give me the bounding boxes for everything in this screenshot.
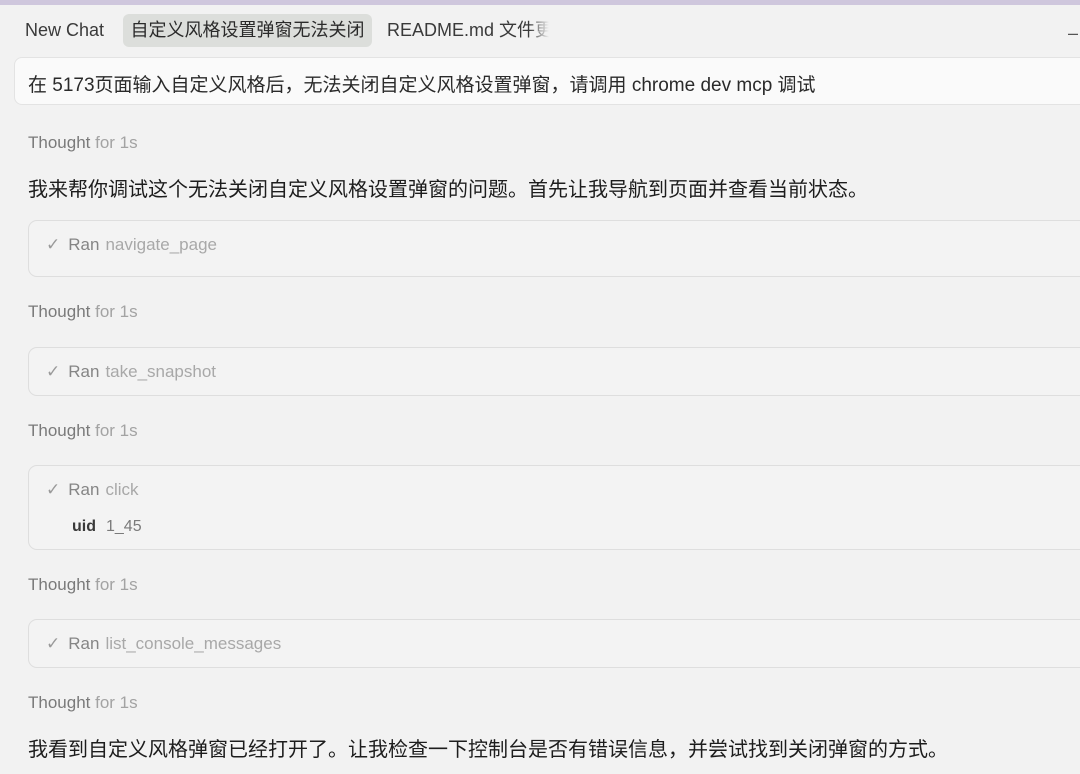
tool-ran-label: Ran <box>68 362 100 381</box>
check-icon: ✓ <box>46 235 61 254</box>
thought-indicator[interactable]: Thought for 1s <box>28 575 138 595</box>
thought-label: Thought <box>28 302 91 321</box>
tool-ran-label: Ran <box>68 235 100 254</box>
thought-indicator[interactable]: Thought for 1s <box>28 693 138 713</box>
tool-param-value: 1_45 <box>106 518 142 535</box>
tool-ran-label: Ran <box>68 634 100 653</box>
thought-duration: for 1s <box>95 302 138 321</box>
tool-ran-label: Ran <box>68 480 100 499</box>
thought-indicator[interactable]: Thought for 1s <box>28 421 138 441</box>
tool-name: list_console_messages <box>105 634 282 653</box>
thought-duration: for 1s <box>95 693 138 712</box>
user-query-bubble[interactable]: 在 5173页面输入自定义风格后，无法关闭自定义风格设置弹窗，请调用 chrom… <box>14 57 1080 105</box>
tab-active-chat[interactable]: 自定义风格设置弹窗无法关闭 <box>123 14 372 47</box>
tool-call-header: ✓ Ran click <box>46 480 139 500</box>
thought-label: Thought <box>28 693 91 712</box>
thought-duration: for 1s <box>95 421 138 440</box>
tab-readme[interactable]: README.md 文件更 <box>387 14 549 47</box>
thought-indicator[interactable]: Thought for 1s <box>28 133 138 153</box>
tab-new-chat[interactable]: New Chat <box>25 14 104 47</box>
thought-duration: for 1s <box>95 133 138 152</box>
tab-bar: New Chat 自定义风格设置弹窗无法关闭 README.md 文件更 – <box>0 5 1080 53</box>
tool-name: navigate_page <box>105 235 217 254</box>
check-icon: ✓ <box>46 634 61 653</box>
tool-call-header: ✓ Ran take_snapshot <box>46 362 216 382</box>
tool-call-card[interactable]: ✓ Ran take_snapshot <box>28 347 1080 396</box>
check-icon: ✓ <box>46 480 61 499</box>
user-query-text: 在 5173页面输入自定义风格后，无法关闭自定义风格设置弹窗，请调用 chrom… <box>28 75 816 96</box>
thought-indicator[interactable]: Thought for 1s <box>28 302 138 322</box>
tool-call-card[interactable]: ✓ Ran navigate_page <box>28 220 1080 277</box>
tool-param: uid 1_45 <box>72 518 142 536</box>
assistant-message: 我看到自定义风格弹窗已经打开了。让我检查一下控制台是否有错误信息，并尝试找到关闭… <box>28 739 948 761</box>
thought-label: Thought <box>28 133 91 152</box>
tool-call-header: ✓ Ran navigate_page <box>46 235 217 255</box>
tool-name: take_snapshot <box>105 362 217 381</box>
tool-call-card[interactable]: ✓ Ran click uid 1_45 <box>28 465 1080 550</box>
tool-name: click <box>105 480 139 499</box>
thought-duration: for 1s <box>95 575 138 594</box>
tool-call-card[interactable]: ✓ Ran list_console_messages <box>28 619 1080 668</box>
minus-icon[interactable]: – <box>1068 23 1078 44</box>
tool-call-header: ✓ Ran list_console_messages <box>46 634 281 654</box>
tool-param-key: uid <box>72 518 96 535</box>
thought-label: Thought <box>28 575 91 594</box>
assistant-message: 我来帮你调试这个无法关闭自定义风格设置弹窗的问题。首先让我导航到页面并查看当前状… <box>28 179 868 201</box>
check-icon: ✓ <box>46 362 61 381</box>
thought-label: Thought <box>28 421 91 440</box>
